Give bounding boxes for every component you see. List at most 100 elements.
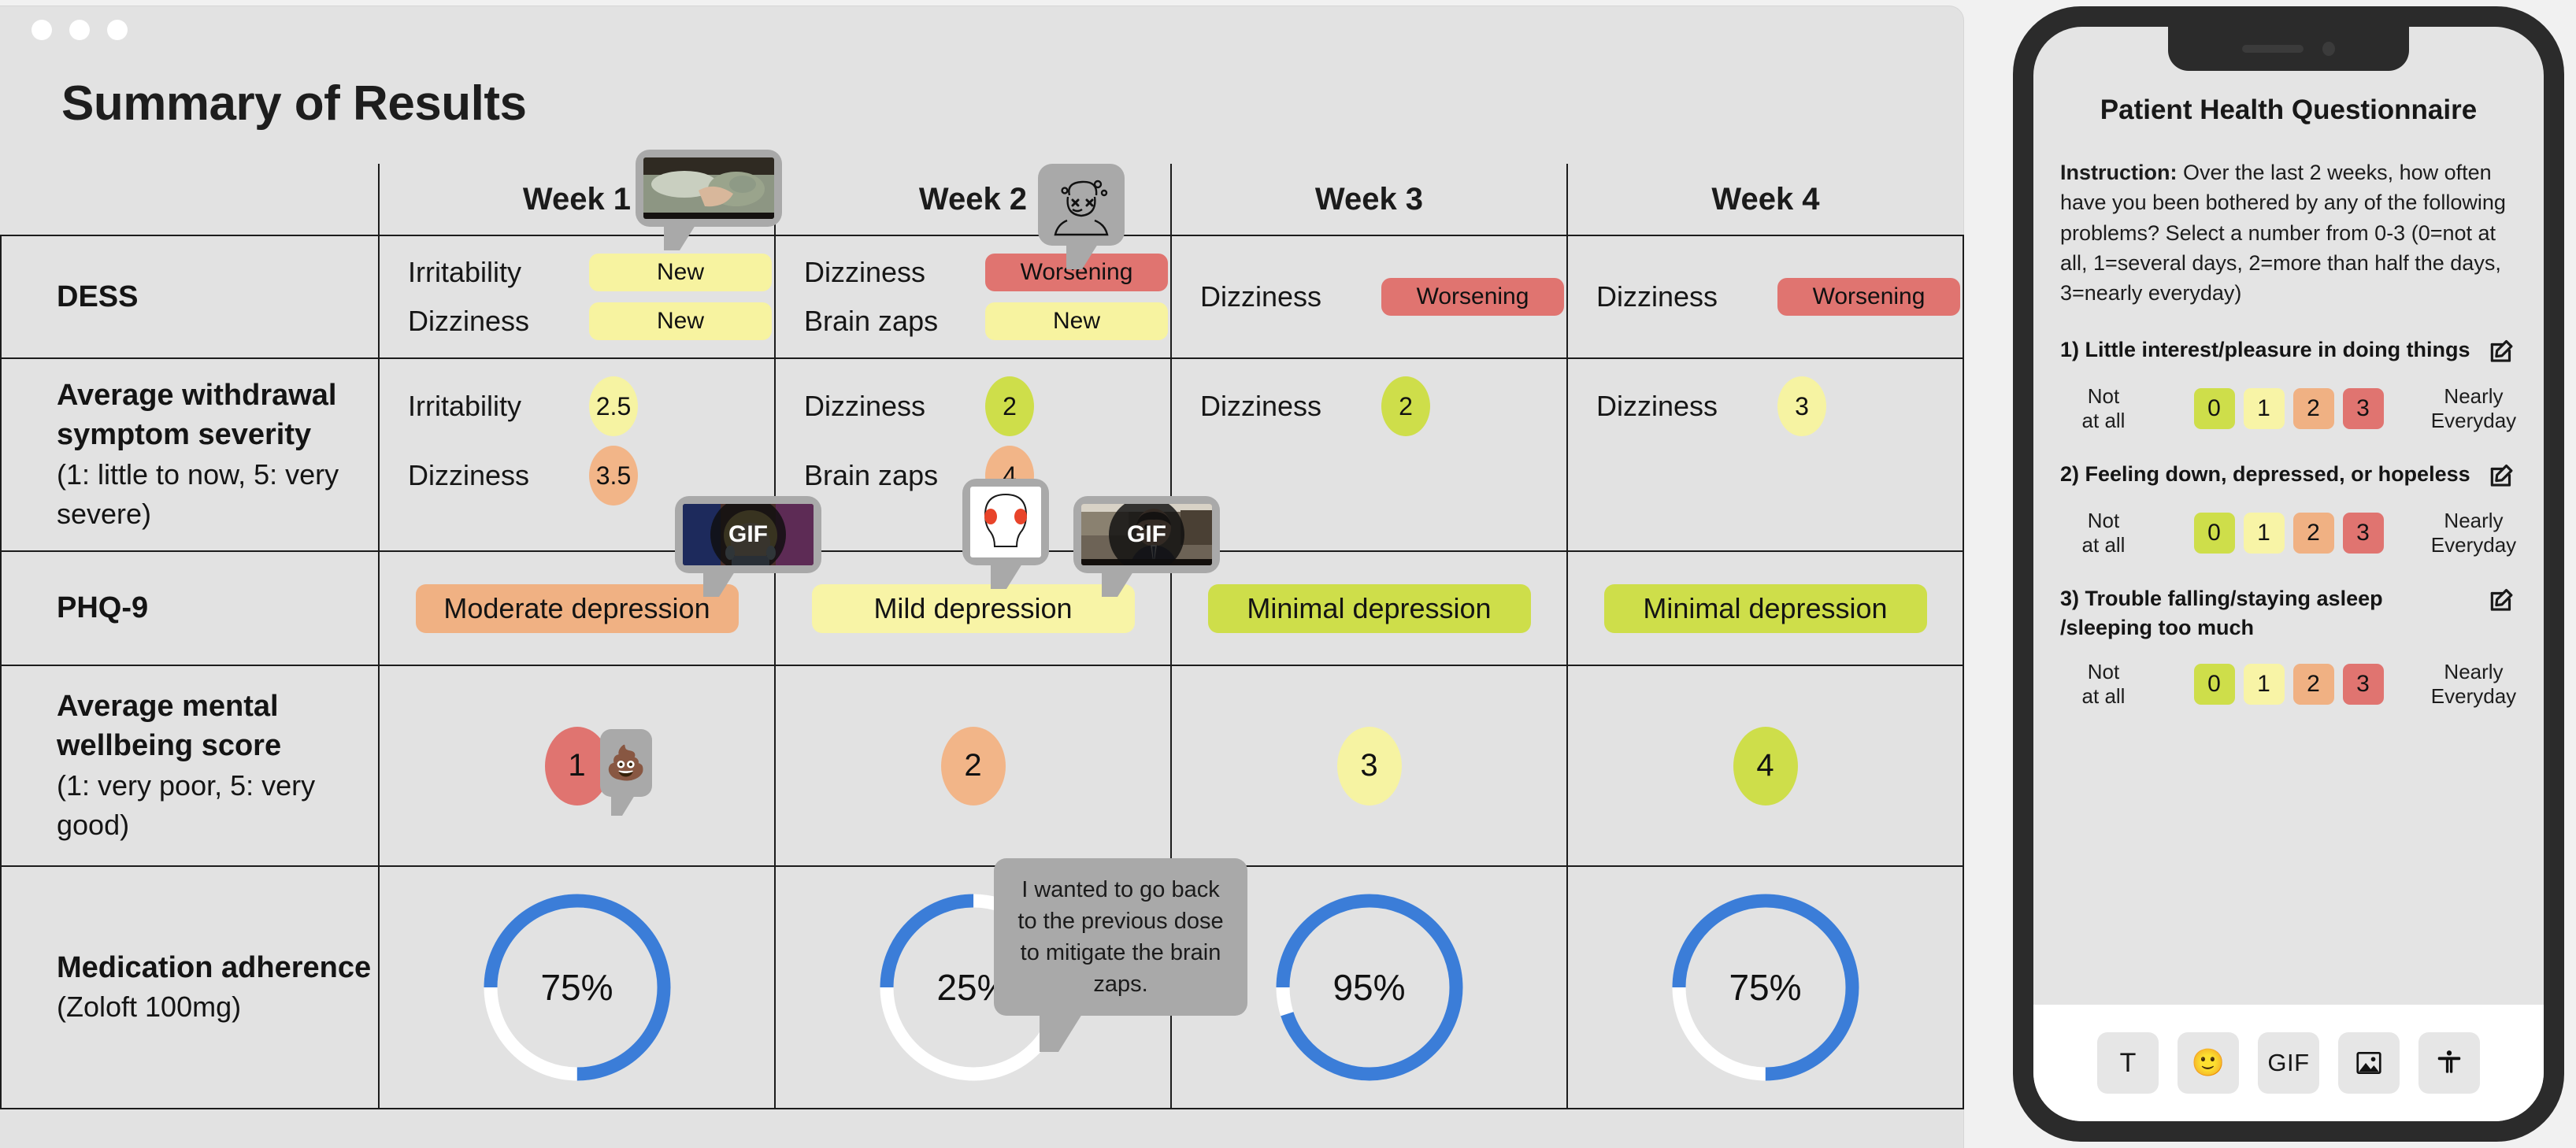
row-label-medication-adherence: Medication adherence (Zoloft 100mg): [0, 865, 380, 1109]
cell-dess-week-2: Dizziness Worsening Brain zaps New: [774, 235, 1172, 359]
dizzy-face-icon: [1046, 172, 1117, 238]
phone-screen: Patient Health Questionnaire Instruction…: [2033, 27, 2544, 1121]
column-header-week-4: Week 4: [1566, 164, 1963, 236]
table-row-mental-wellbeing: Average mental wellbeing score (1: very …: [0, 665, 1964, 867]
severity-value: 2: [1381, 376, 1430, 436]
phone-notch: [2168, 27, 2409, 71]
rating-option-0[interactable]: 0: [2193, 664, 2235, 705]
rating-option-3[interactable]: 3: [2342, 664, 2384, 705]
cell-phq9-week-3: Minimal depression: [1170, 550, 1568, 666]
severity-value: 3: [1777, 376, 1826, 436]
status-badge: Worsening: [1381, 278, 1564, 316]
scale-right-label: Nearly Everyday: [2430, 659, 2517, 709]
question-block-2: 2) Feeling down, depressed, or hopeless …: [2060, 460, 2517, 557]
table-corner-cell: [1, 164, 379, 236]
rating-scale-2: Not at all 0 1 2 3 Nearly Everyday: [2060, 509, 2517, 557]
status-badge: Worsening: [1777, 278, 1960, 316]
front-camera-icon: [2322, 42, 2335, 56]
text-tool-button[interactable]: T: [2097, 1032, 2159, 1094]
phq9-severity-pill: Moderate depression: [415, 583, 739, 633]
instruction-label: Instruction:: [2060, 161, 2178, 184]
annotation-photo-week1[interactable]: [636, 150, 782, 250]
cell-wellbeing-week-3: 3: [1170, 665, 1568, 867]
emoji-tool-button[interactable]: 🙂: [2178, 1032, 2239, 1094]
phone-mockup: Patient Health Questionnaire Instruction…: [2013, 6, 2564, 1142]
annotation-dizzy-face-week2[interactable]: [1038, 164, 1125, 269]
cell-adherence-week-4: 75%: [1566, 865, 1964, 1109]
severity-value: 2.5: [589, 376, 638, 436]
poop-emoji-icon: 💩: [605, 743, 647, 781]
row-label-phq9: PHQ-9: [0, 550, 380, 666]
phq9-severity-pill: Minimal depression: [1207, 583, 1531, 633]
annotation-text: I wanted to go back to the previous dose…: [1017, 877, 1224, 998]
cell-severity-week-4: Dizziness 3: [1566, 357, 1964, 552]
annotation-emoji-week1[interactable]: 💩: [600, 729, 652, 816]
wellbeing-score: 3: [1336, 726, 1402, 805]
severity-value: 3.5: [589, 446, 638, 505]
status-badge: New: [985, 302, 1168, 340]
scale-left-label: Not at all: [2081, 659, 2126, 709]
phq9-severity-pill: Minimal depression: [1603, 583, 1927, 633]
adherence-value: 95%: [1332, 967, 1406, 1008]
rating-option-2[interactable]: 2: [2292, 513, 2334, 554]
adherence-donut-week-1: 75%: [479, 889, 676, 1086]
table-row-medication-adherence: Medication adherence (Zoloft 100mg) 75%: [0, 865, 1964, 1109]
row-label-withdrawal-severity: Average withdrawal symptom severity (1: …: [0, 357, 380, 552]
cell-wellbeing-week-2: 2: [774, 665, 1172, 867]
rating-option-1[interactable]: 1: [2243, 664, 2285, 705]
annotation-gif-week2[interactable]: GIF: [1073, 496, 1220, 597]
head-zap-icon: [970, 487, 1041, 557]
rating-option-2[interactable]: 2: [2292, 387, 2334, 429]
desktop-window: Summary of Results Week 1 Week 2 Week 3 …: [0, 6, 1964, 1148]
table-row-dess: DESS Irritability New Dizziness New Dizzin…: [0, 235, 1964, 359]
crying-cartoon-gif-thumbnail: GIF: [683, 504, 814, 565]
table-header-row: Week 1 Week 2 Week 3 Week 4: [1, 164, 1963, 236]
cell-wellbeing-week-4: 4: [1566, 665, 1964, 867]
accessibility-tool-button[interactable]: [2418, 1032, 2480, 1094]
gif-tool-button[interactable]: GIF: [2258, 1032, 2319, 1094]
instruction-text: Instruction: Over the last 2 weeks, how …: [2060, 157, 2517, 309]
rating-option-2[interactable]: 2: [2292, 664, 2334, 705]
adherence-donut-week-4: 75%: [1667, 889, 1864, 1086]
rating-option-3[interactable]: 3: [2342, 387, 2384, 429]
scale-right-label: Nearly Everyday: [2430, 383, 2517, 432]
status-badge: New: [589, 254, 772, 291]
scale-left-label: Not at all: [2081, 383, 2126, 432]
edit-note-icon[interactable]: [2487, 461, 2517, 491]
phone-page-title: Patient Health Questionnaire: [2100, 94, 2478, 125]
maximize-window-button[interactable]: [107, 20, 128, 40]
phq9-severity-pill: Mild depression: [811, 583, 1135, 633]
column-header-week-3: Week 3: [1170, 164, 1567, 236]
scale-right-label: Nearly Everyday: [2430, 509, 2517, 557]
annotation-gif-week1[interactable]: GIF: [675, 496, 821, 597]
question-block-1: 1) Little interest/pleasure in doing thi…: [2060, 335, 2517, 433]
gif-badge: GIF: [1109, 504, 1184, 565]
rating-option-0[interactable]: 0: [2193, 513, 2235, 554]
rating-option-1[interactable]: 1: [2243, 513, 2285, 554]
question-text-3: 3) Trouble falling/staying asleep /sleep…: [2060, 587, 2383, 640]
row-label-dess: DESS: [0, 235, 380, 359]
question-text-1: 1) Little interest/pleasure in doing thi…: [2060, 337, 2470, 361]
image-tool-button[interactable]: [2338, 1032, 2400, 1094]
adherence-value: 75%: [540, 967, 613, 1008]
question-block-3: 3) Trouble falling/staying asleep /sleep…: [2060, 584, 2517, 709]
annotation-text-week2[interactable]: I wanted to go back to the previous dose…: [994, 858, 1247, 1053]
edit-note-icon[interactable]: [2487, 586, 2517, 616]
cell-dess-week-1: Irritability New Dizziness New: [378, 235, 776, 359]
cell-severity-week-3: Dizziness 2: [1170, 357, 1568, 552]
wellbeing-score: 2: [940, 726, 1006, 805]
speaker-grill-icon: [2242, 45, 2304, 53]
severity-value: 2: [985, 376, 1034, 436]
page-title: Summary of Results: [61, 76, 527, 131]
rating-scale-1: Not at all 0 1 2 3 Nearly Everyday: [2060, 384, 2517, 433]
minimize-window-button[interactable]: [69, 20, 90, 40]
rating-option-3[interactable]: 3: [2342, 513, 2384, 554]
rating-option-0[interactable]: 0: [2193, 387, 2235, 429]
close-window-button[interactable]: [32, 20, 52, 40]
rating-option-1[interactable]: 1: [2243, 387, 2285, 429]
annotation-brain-zap-week2[interactable]: [962, 479, 1049, 589]
table-row-phq9: PHQ-9 Moderate depression Mild depressio…: [0, 550, 1964, 666]
edit-note-icon[interactable]: [2487, 337, 2517, 367]
office-man-gif-thumbnail: GIF: [1081, 504, 1212, 565]
results-table: Week 1 Week 2 Week 3 Week 4 DESS Irritab…: [0, 164, 1964, 1109]
